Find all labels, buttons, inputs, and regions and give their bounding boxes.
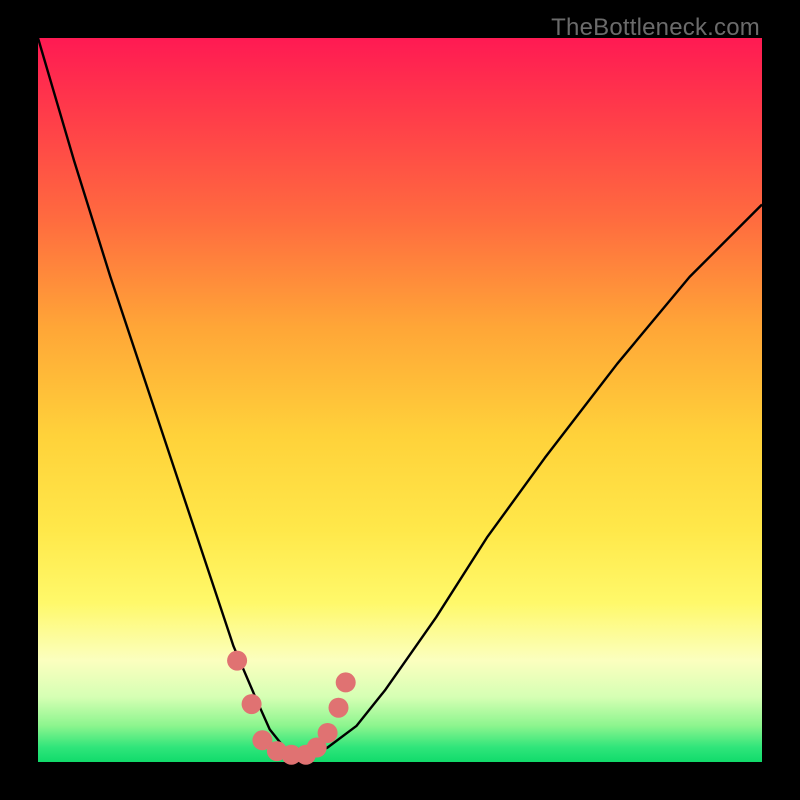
curve-marker bbox=[318, 723, 338, 743]
curve-markers bbox=[227, 651, 356, 765]
bottleneck-curve bbox=[38, 38, 762, 755]
bottleneck-curve-path bbox=[38, 38, 762, 755]
curve-marker bbox=[329, 698, 349, 718]
curve-marker bbox=[227, 651, 247, 671]
curve-marker bbox=[242, 694, 262, 714]
chart-svg bbox=[38, 38, 762, 762]
curve-marker bbox=[336, 672, 356, 692]
chart-frame: TheBottleneck.com bbox=[0, 0, 800, 800]
